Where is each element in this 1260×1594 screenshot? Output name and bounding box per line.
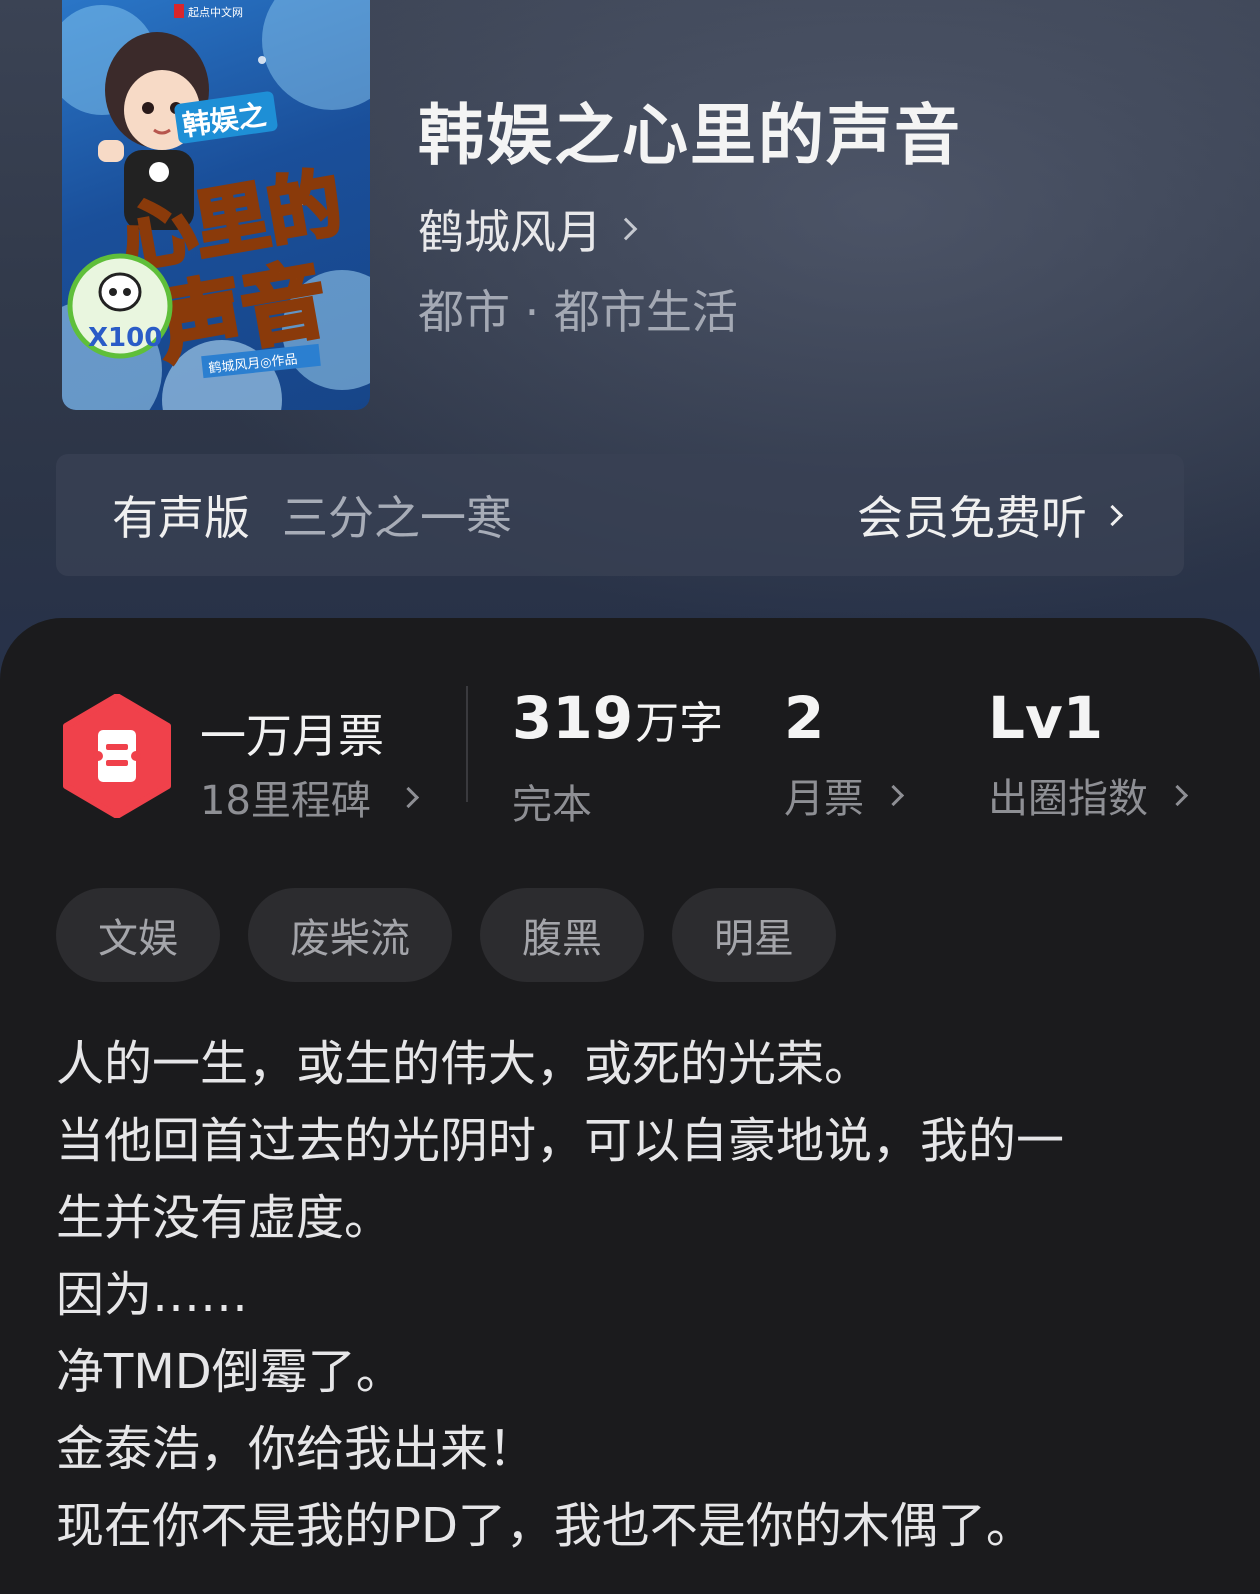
milestone-link[interactable]: 18里程碑 <box>200 768 420 826</box>
author-link[interactable]: 鹤城风月 <box>418 196 638 262</box>
audio-action-label: 会员免费听 <box>857 491 1087 545</box>
chevron-right-icon <box>882 784 905 806</box>
book-info-panel: 一万月票 18里程碑 319万字 完本 2 月票 Lv1 出圈指数 文娱 废柴流… <box>0 618 1260 1594</box>
stats-divider <box>466 686 468 802</box>
milestone-subtitle: 18里程碑 <box>200 778 371 824</box>
tag-chip[interactable]: 明星 <box>672 888 836 982</box>
book-title: 韩娱之心里的声音 <box>418 96 962 174</box>
tag-chip[interactable]: 废柴流 <box>248 888 452 982</box>
synopsis-line: 人的一生，或生的伟大，或死的光荣。 <box>56 1036 873 1092</box>
tag-list: 文娱 废柴流 腹黑 明星 <box>56 888 836 982</box>
audio-version-bar[interactable]: 有声版 三分之一寒 会员免费听 <box>56 454 1184 576</box>
synopsis-line: 当他回首过去的光阴时，可以自豪地说，我的一 <box>56 1113 1065 1169</box>
completion-status: 完本 <box>512 782 592 828</box>
book-synopsis[interactable]: 人的一生，或生的伟大，或死的光荣。 当他回首过去的光阴时，可以自豪地说，我的一 … <box>56 1026 1206 1565</box>
influence-index-stat[interactable]: Lv1 出圈指数 <box>988 682 1189 824</box>
monthly-votes-value: 2 <box>784 684 825 752</box>
book-header: 起点中文网 韩娱之 心里的 声音 X100 鹤城风月◎作品 韩娱之心里的声音 鹤… <box>0 0 1260 700</box>
word-count-stat: 319万字 完本 <box>512 682 723 830</box>
member-free-listen-button[interactable]: 会员免费听 <box>857 482 1124 548</box>
stats-row: 一万月票 18里程碑 319万字 完本 2 月票 Lv1 出圈指数 <box>0 682 1260 862</box>
chevron-right-icon <box>397 786 420 808</box>
cover-badge-text: X100 <box>88 323 162 353</box>
tag-chip[interactable]: 文娱 <box>56 888 220 982</box>
chevron-right-icon <box>1166 784 1189 806</box>
audio-label: 有声版 <box>112 491 250 545</box>
monthly-votes-stat[interactable]: 2 月票 <box>784 682 905 824</box>
tag-chip[interactable]: 腹黑 <box>480 888 644 982</box>
word-count-value: 319 <box>512 684 634 752</box>
synopsis-line: 因为…… <box>56 1267 249 1323</box>
chevron-right-icon <box>1101 504 1124 526</box>
author-name: 鹤城风月 <box>418 205 602 259</box>
synopsis-line: 生并没有虚度。 <box>56 1190 393 1246</box>
book-genre[interactable]: 都市 · 都市生活 <box>418 276 738 342</box>
synopsis-line: 净TMD倒霉了。 <box>56 1344 404 1400</box>
cover-art: 起点中文网 韩娱之 心里的 声音 X100 鹤城风月◎作品 <box>62 0 370 410</box>
influence-index-value: Lv1 <box>988 684 1104 752</box>
cover-publisher: 起点中文网 <box>188 5 243 19</box>
synopsis-line: 现在你不是我的PD了，我也不是你的木偶了。 <box>56 1498 1034 1554</box>
monthly-votes-label: 月票 <box>784 776 864 822</box>
chevron-right-icon <box>614 217 638 241</box>
book-detail-page: 起点中文网 韩娱之 心里的 声音 X100 鹤城风月◎作品 韩娱之心里的声音 鹤… <box>0 0 1260 1594</box>
synopsis-line: 金泰浩，你给我出来！ <box>56 1421 537 1477</box>
milestone-title: 一万月票 <box>200 709 384 763</box>
influence-index-label: 出圈指数 <box>988 776 1148 822</box>
audio-narrator: 三分之一寒 <box>282 491 512 545</box>
book-cover[interactable]: 起点中文网 韩娱之 心里的 声音 X100 鹤城风月◎作品 <box>62 0 370 410</box>
word-count-unit: 万字 <box>635 698 724 749</box>
monthly-ticket-milestone-icon <box>63 694 171 818</box>
